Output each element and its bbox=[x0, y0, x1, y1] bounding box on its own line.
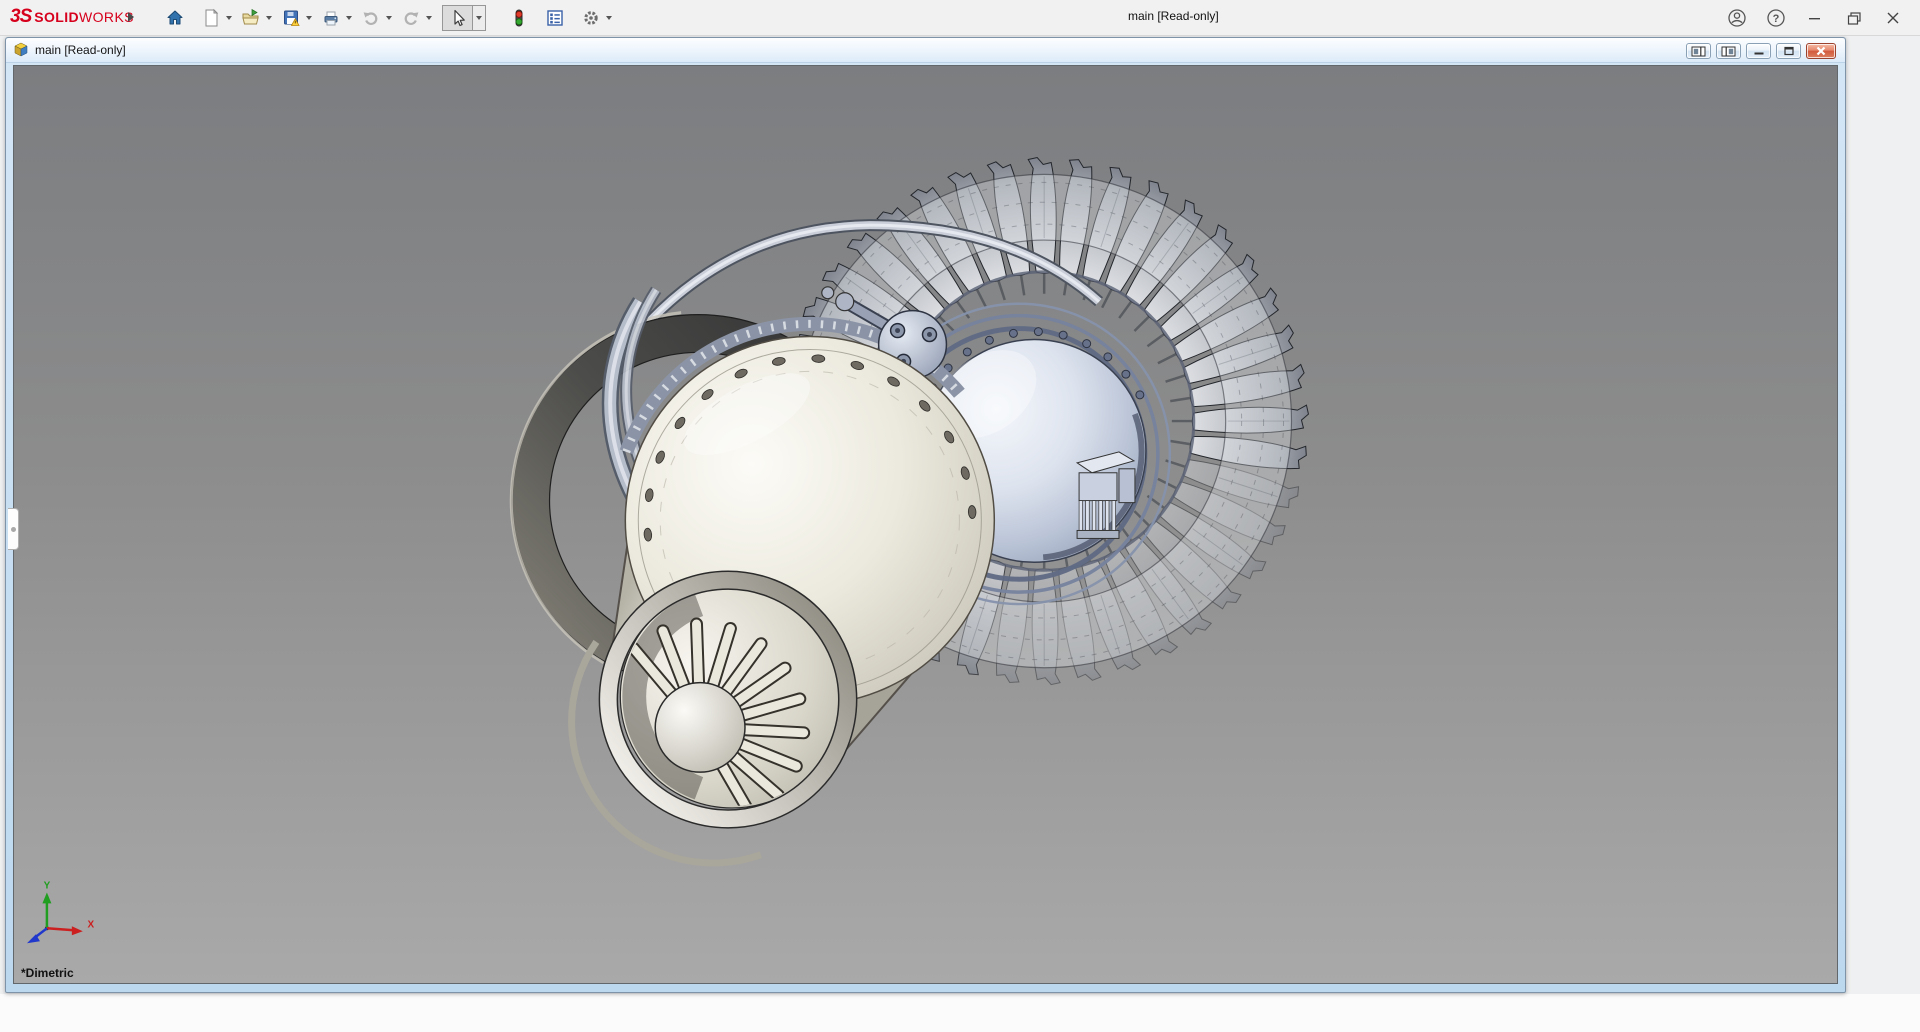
save-icon bbox=[284, 10, 300, 26]
undo-button[interactable] bbox=[358, 5, 384, 31]
toolbar-flyout-arrow-icon[interactable] bbox=[128, 12, 134, 22]
assembly-document-icon bbox=[14, 42, 28, 57]
rebuild-button[interactable] bbox=[506, 5, 532, 31]
close-button[interactable] bbox=[1882, 7, 1904, 29]
triad-y-arrow bbox=[42, 892, 52, 904]
app-titlebar: 3S SOLID WORKS main [Read-only] ? bbox=[0, 0, 1920, 36]
brand-works: WORKS bbox=[79, 9, 134, 25]
quick-toolbar bbox=[162, 4, 618, 32]
open-button[interactable] bbox=[238, 5, 264, 31]
show-right-pane-button[interactable] bbox=[1716, 43, 1741, 59]
show-left-pane-button[interactable] bbox=[1686, 43, 1711, 59]
solidworks-logo: 3S SOLID WORKS bbox=[10, 6, 134, 28]
print-caret[interactable] bbox=[346, 16, 352, 20]
jet-engine-model[interactable]: Y X bbox=[14, 66, 1837, 983]
options-caret[interactable] bbox=[606, 16, 612, 20]
left-pane-icon bbox=[1691, 46, 1706, 56]
print-button[interactable] bbox=[318, 5, 344, 31]
triad-y-label: Y bbox=[44, 881, 51, 892]
document-window-controls bbox=[1686, 43, 1836, 59]
doc-close-icon bbox=[1816, 46, 1826, 56]
account-button[interactable] bbox=[1726, 7, 1748, 29]
minimize-icon bbox=[1809, 18, 1820, 20]
document-title: main [Read-only] bbox=[35, 43, 126, 57]
account-icon bbox=[1728, 9, 1746, 27]
doc-minimize-icon bbox=[1754, 52, 1763, 54]
undo-icon bbox=[363, 12, 378, 25]
restore-icon bbox=[1847, 11, 1861, 25]
svg-text:?: ? bbox=[1773, 13, 1780, 25]
triad-x-label: X bbox=[87, 919, 94, 930]
exhaust-nozzle bbox=[568, 570, 858, 867]
app-window-title: main [Read-only] bbox=[1128, 9, 1219, 23]
orientation-triad: Y X bbox=[26, 881, 94, 944]
rebuild-stoplight-icon bbox=[515, 9, 523, 27]
maximize-button[interactable] bbox=[1843, 7, 1865, 29]
close-icon bbox=[1887, 12, 1899, 24]
viewport-frame: Y X *Dimetric bbox=[6, 63, 1845, 992]
select-cursor-icon bbox=[453, 9, 465, 27]
select-caret[interactable] bbox=[472, 5, 486, 31]
document-window: main [Read-only] Y X *Dimetric bbox=[5, 37, 1846, 993]
options-gear-icon bbox=[584, 11, 598, 25]
doc-minimize-button[interactable] bbox=[1746, 43, 1771, 59]
doc-close-button[interactable] bbox=[1806, 43, 1836, 59]
options-button[interactable] bbox=[578, 5, 604, 31]
help-button[interactable]: ? bbox=[1765, 7, 1787, 29]
flyout-tab-dot bbox=[10, 526, 16, 532]
app-window-controls: ? bbox=[1726, 0, 1920, 36]
new-document-icon bbox=[205, 8, 219, 27]
help-icon: ? bbox=[1767, 9, 1785, 27]
open-caret[interactable] bbox=[266, 16, 272, 20]
redo-icon bbox=[404, 12, 419, 25]
view-orientation-label: *Dimetric bbox=[21, 966, 74, 980]
triad-x-arrow bbox=[71, 926, 83, 936]
document-titlebar[interactable]: main [Read-only] bbox=[6, 38, 1845, 63]
featuremanager-flyout-tab[interactable] bbox=[8, 508, 19, 550]
home-icon bbox=[167, 10, 183, 25]
select-button[interactable] bbox=[442, 5, 472, 31]
new-document-button[interactable] bbox=[198, 5, 224, 31]
save-caret[interactable] bbox=[306, 16, 312, 20]
minimize-button[interactable] bbox=[1804, 7, 1826, 29]
brand-mark: 3S bbox=[10, 6, 32, 27]
file-properties-icon bbox=[547, 10, 563, 26]
save-button[interactable] bbox=[278, 5, 304, 31]
print-icon bbox=[324, 11, 338, 26]
tail-cone-hub bbox=[654, 681, 746, 773]
brand-solid: SOLID bbox=[34, 9, 80, 25]
right-pane-icon bbox=[1721, 46, 1736, 56]
desktop-background bbox=[0, 994, 1920, 1032]
redo-button[interactable] bbox=[398, 5, 424, 31]
home-button[interactable] bbox=[162, 5, 188, 31]
open-icon bbox=[242, 8, 259, 25]
undo-caret[interactable] bbox=[386, 16, 392, 20]
select-tool bbox=[442, 5, 486, 31]
redo-caret[interactable] bbox=[426, 16, 432, 20]
graphics-viewport[interactable]: Y X *Dimetric bbox=[13, 65, 1838, 984]
doc-restore-button[interactable] bbox=[1776, 43, 1801, 59]
new-document-caret[interactable] bbox=[226, 16, 232, 20]
file-properties-button[interactable] bbox=[542, 5, 568, 31]
doc-restore-icon bbox=[1783, 46, 1794, 56]
